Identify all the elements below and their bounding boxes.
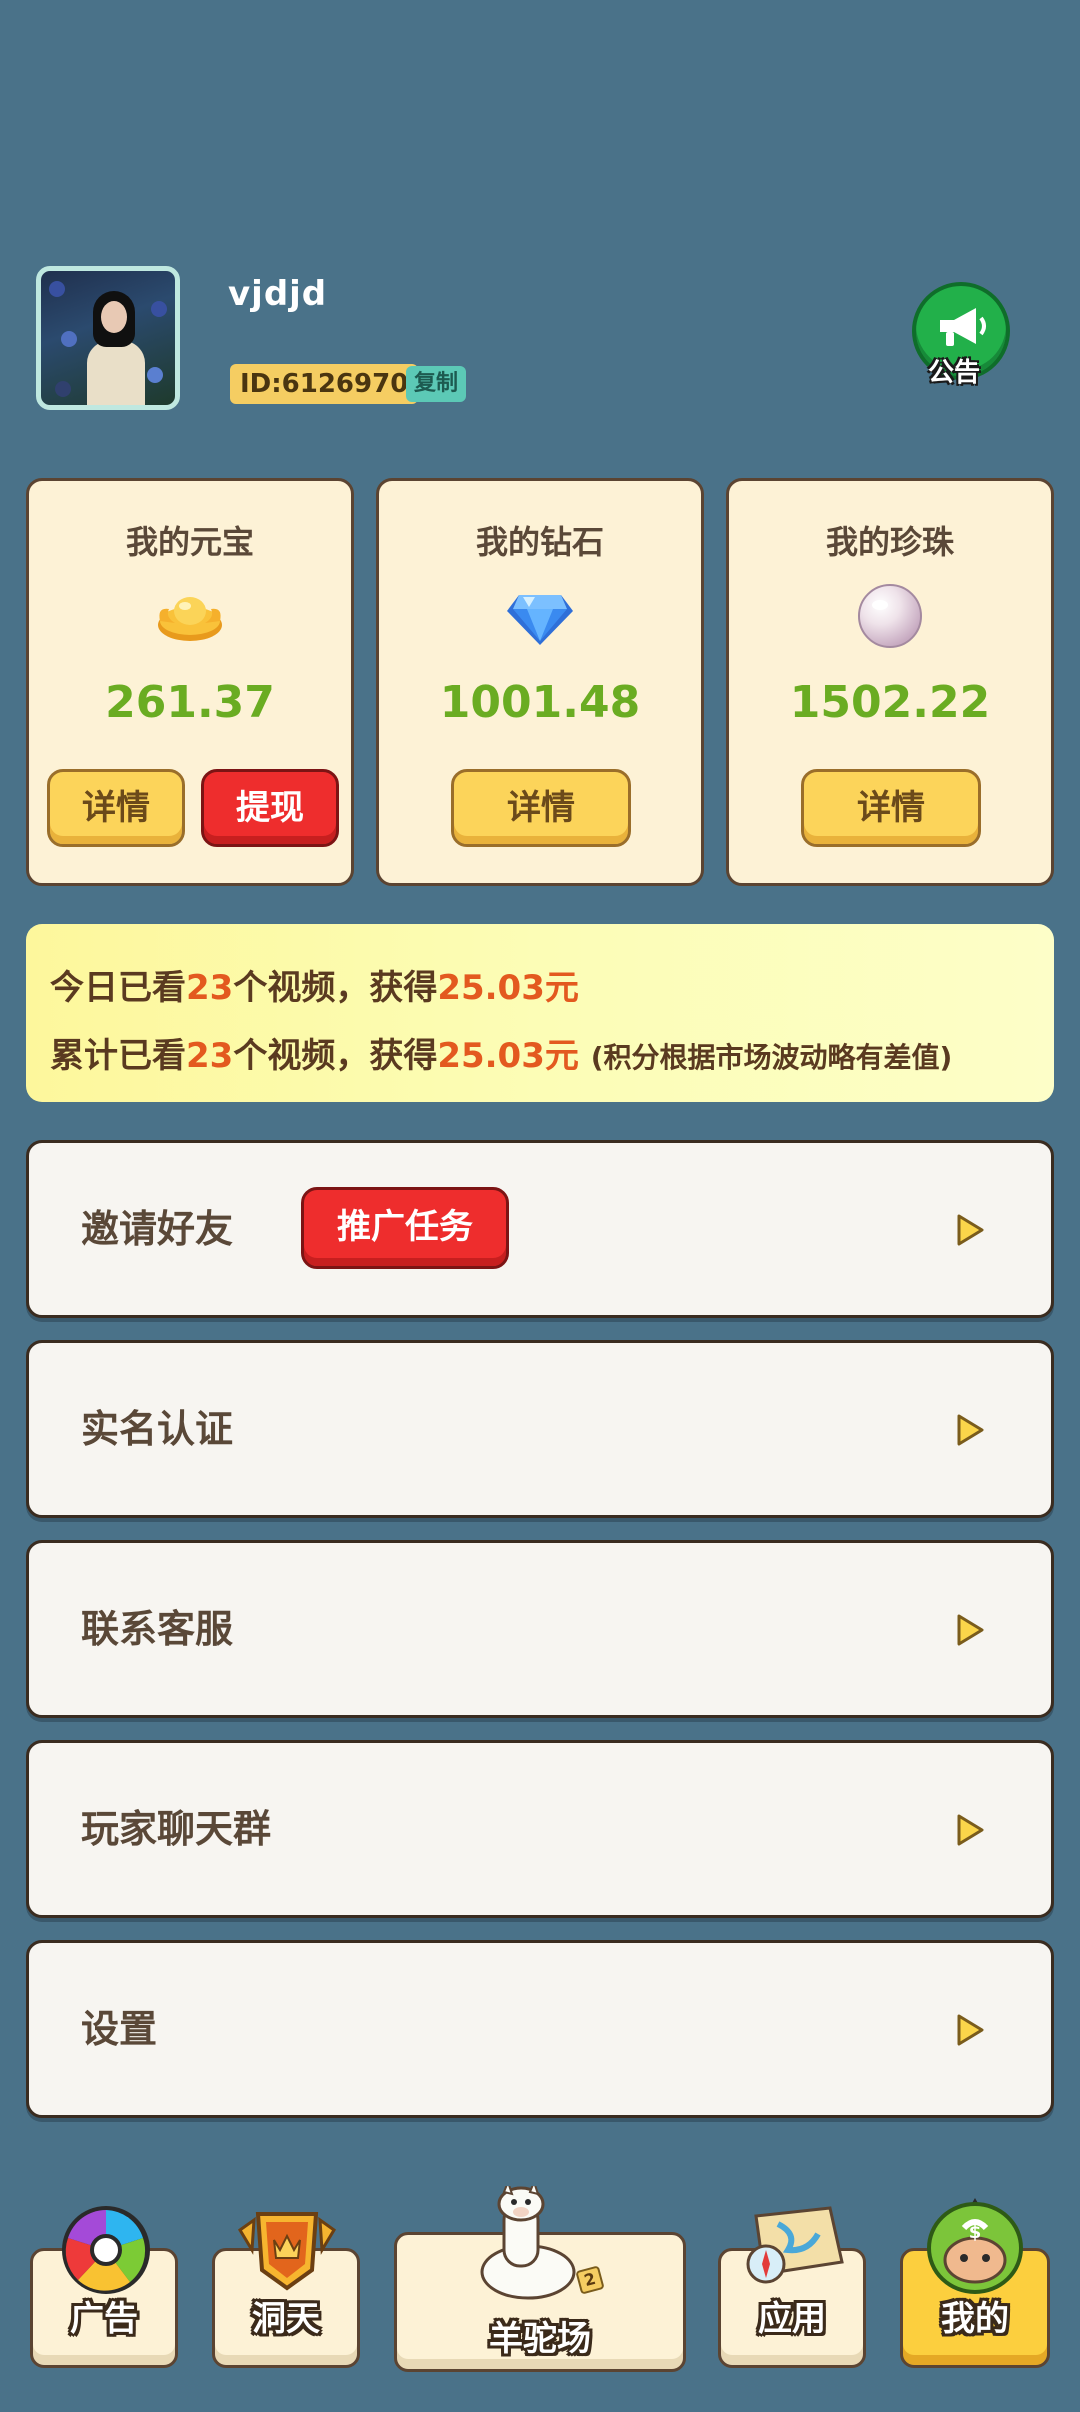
map-compass-icon xyxy=(746,2206,844,2284)
nav-label: 洞天 xyxy=(252,2299,320,2339)
menu-label: 联系客服 xyxy=(81,1607,234,1651)
avatar-flower-decoration xyxy=(49,281,65,297)
play-arrow-icon xyxy=(957,2014,984,2046)
pearl-card: 我的珍珠 1502.22 详情 xyxy=(726,478,1054,886)
today-mid: 个视频，获得 xyxy=(233,968,438,1008)
avatar-flower-decoration xyxy=(151,301,167,317)
green-hood-character-icon: $ xyxy=(927,2198,1023,2294)
card-value: 1001.48 xyxy=(439,677,641,728)
withdraw-button[interactable]: 提现 xyxy=(201,769,339,847)
crown-shield-icon xyxy=(238,2212,336,2291)
pearl-icon xyxy=(858,584,922,648)
total-stats: 累计已看23个视频，获得25.03元 (积分根据市场波动略有差值) xyxy=(50,1028,952,1077)
play-arrow-icon xyxy=(957,1414,984,1446)
nav-label: 我的 xyxy=(941,2299,1009,2339)
diamond-card: 我的钻石 1001.48 详情 xyxy=(376,478,704,886)
play-arrow-icon xyxy=(957,1614,984,1646)
nav-label: 广告 xyxy=(70,2299,138,2339)
avatar-flower-decoration xyxy=(55,381,71,397)
promotion-task-button[interactable]: 推广任务 xyxy=(301,1187,509,1269)
card-value: 261.37 xyxy=(105,677,275,728)
points-fluctuation-note: (积分根据市场波动略有差值) xyxy=(590,1041,953,1074)
play-arrow-icon xyxy=(957,1214,984,1246)
menu-label: 玩家聊天群 xyxy=(81,1807,272,1851)
nav-label: 羊驼场 xyxy=(489,2319,591,2359)
svg-text:$: $ xyxy=(969,2222,982,2243)
copy-id-button[interactable]: 复制 xyxy=(406,366,467,402)
avatar-person-face xyxy=(101,301,127,333)
pearl-detail-button[interactable]: 详情 xyxy=(801,769,981,847)
user-id-badge: ID:6126970 xyxy=(230,364,419,404)
avatar-flower-decoration xyxy=(147,367,163,383)
avatar[interactable] xyxy=(36,266,180,410)
menu-settings[interactable]: 设置 xyxy=(26,1940,1054,2118)
today-stats: 今日已看23个视频，获得25.03元 xyxy=(50,960,579,1009)
gold-detail-button[interactable]: 详情 xyxy=(47,769,185,847)
avatar-flower-decoration xyxy=(61,331,77,347)
nav-label: 应用 xyxy=(758,2299,826,2339)
today-amount: 25.03元 xyxy=(437,968,579,1008)
username: vjdjd xyxy=(228,274,328,314)
card-title: 我的珍珠 xyxy=(825,523,954,561)
menu-invite-friends[interactable]: 邀请好友 推广任务 xyxy=(26,1140,1054,1318)
play-arrow-icon xyxy=(957,1814,984,1846)
total-prefix: 累计已看 xyxy=(50,1036,186,1076)
avatar-person-body xyxy=(87,341,145,405)
notice-label: 公告 xyxy=(928,358,981,388)
today-video-count: 23 xyxy=(186,968,234,1008)
megaphone-icon xyxy=(940,308,986,346)
menu-label: 邀请好友 xyxy=(81,1207,234,1251)
total-mid: 个视频，获得 xyxy=(233,1036,438,1076)
menu-real-name-verification[interactable]: 实名认证 xyxy=(26,1340,1054,1518)
total-amount: 25.03元 xyxy=(437,1036,579,1076)
color-wheel-icon xyxy=(62,2206,150,2294)
menu-label: 实名认证 xyxy=(81,1407,234,1451)
menu-contact-support[interactable]: 联系客服 xyxy=(26,1540,1054,1718)
menu-player-chat-group[interactable]: 玩家聊天群 xyxy=(26,1740,1054,1918)
total-video-count: 23 xyxy=(186,1036,234,1076)
card-value: 1502.22 xyxy=(789,677,991,728)
diamond-detail-button[interactable]: 详情 xyxy=(451,769,631,847)
menu-label: 设置 xyxy=(81,2007,158,2051)
card-title: 我的钻石 xyxy=(475,523,604,561)
card-title: 我的元宝 xyxy=(125,523,254,561)
today-prefix: 今日已看 xyxy=(50,968,186,1008)
gold-ingot-icon xyxy=(158,597,222,641)
diamond-icon xyxy=(507,595,573,645)
gold-ingot-card: 我的元宝 261.37 详情 提现 xyxy=(26,478,354,886)
video-stats-banner: 今日已看23个视频，获得25.03元 累计已看23个视频，获得25.03元 (积… xyxy=(26,924,1054,1102)
